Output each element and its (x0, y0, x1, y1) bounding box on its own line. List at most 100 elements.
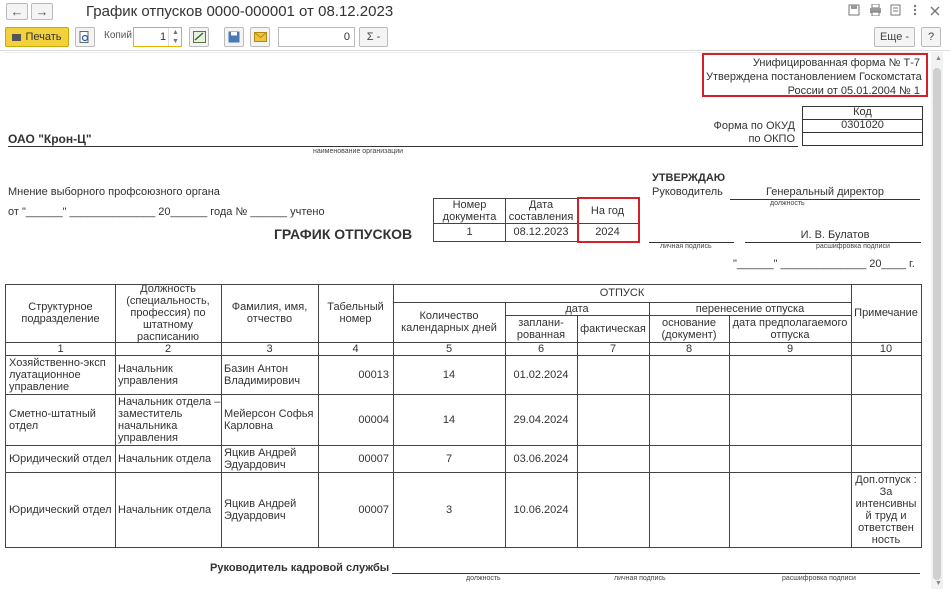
hr-signature-underline (392, 573, 920, 574)
table-cell-tabnum: 00004 (318, 394, 394, 446)
preview-icon[interactable] (888, 4, 904, 20)
docdate-value: 08.12.2023 (505, 223, 578, 242)
footer-signature-caption: личная подпись (614, 575, 666, 582)
header-planned: заплани-рованная (505, 315, 578, 343)
table-cell-expected (729, 394, 852, 446)
header-dept: Структурное подразделение (5, 284, 116, 343)
table-cell-basis (649, 355, 730, 395)
help-button[interactable]: ? (921, 27, 941, 47)
toolbar-divider (0, 50, 950, 51)
printer-icon[interactable] (867, 3, 883, 20)
header-tabnum: Табельный номер (318, 284, 394, 343)
table-cell-expected (729, 445, 852, 473)
envelope-icon (253, 32, 267, 42)
footer-decode-caption: расшифровка подписи (782, 575, 856, 582)
okud-value: 0301020 (841, 119, 884, 131)
head-position: Генеральный директор (766, 186, 884, 198)
print-preview-button[interactable] (75, 27, 95, 47)
print-button[interactable]: Печать (5, 27, 69, 47)
forward-button[interactable]: → (31, 3, 53, 20)
header-leave: ОТПУСК (393, 284, 852, 303)
header-name: Фамилия, имя, отчество (221, 284, 319, 343)
position-underline (730, 199, 920, 200)
head-label: Руководитель (652, 186, 723, 198)
table-cell-planned: 10.06.2024 (505, 472, 578, 548)
print-label: Печать (25, 31, 62, 43)
docnum-value: 1 (433, 223, 506, 242)
unified-form-text: Унифицированная форма № Т-7 Утверждена п… (706, 56, 922, 98)
table-cell-dept: Юридический отдел (5, 472, 116, 548)
sum-button[interactable]: Σ - (359, 27, 388, 47)
edit-table-icon (192, 31, 206, 43)
approval-date-line: "______" ______________ 20____ г. (733, 258, 915, 270)
scrollbar-thumb[interactable] (933, 68, 941, 580)
col-number: 5 (393, 342, 506, 356)
docnum-header: Номер документа (433, 198, 506, 224)
approve-title: УТВЕРЖДАЮ (652, 172, 726, 184)
col-number: 8 (649, 342, 730, 356)
table-cell-tabnum: 00007 (318, 472, 394, 548)
header-actual: фактическая (577, 315, 650, 343)
table-cell-tabnum: 00013 (318, 355, 394, 395)
send-email-button[interactable] (250, 27, 270, 47)
table-cell-dept: Юридический отдел (5, 445, 116, 473)
table-cell-planned: 03.06.2024 (505, 445, 578, 473)
approval-date-line: России от 05.01.2004 № 1 (787, 85, 920, 97)
col-number: 10 (851, 342, 922, 356)
save-file-icon[interactable] (846, 4, 862, 20)
edit-button[interactable] (189, 27, 209, 47)
header-note: Примечание (851, 284, 922, 343)
union-opinion: Мнение выборного профсоюзного органа (8, 186, 220, 198)
head-name: И. В. Булатов (800, 229, 870, 241)
table-cell-position: Начальник отдела (115, 472, 222, 548)
table-cell-dept: Хозяйственно-эксп луатационное управлени… (5, 355, 116, 395)
window-title: График отпусков 0000-000001 от 08.12.202… (86, 3, 394, 20)
table-cell-name: Яцкив Андрей Эдуардович (221, 445, 319, 473)
print-icon (12, 34, 22, 41)
more-vertical-icon[interactable] (907, 4, 923, 20)
signature-caption: личная подпись (660, 243, 712, 250)
numeric-field[interactable]: 0 (278, 27, 355, 47)
table-cell-days: 14 (393, 394, 506, 446)
header-position: Должность (специальность, профессия) по … (115, 283, 222, 343)
save-button[interactable] (224, 27, 244, 47)
table-cell-basis (649, 394, 730, 446)
table-cell-planned: 01.02.2024 (505, 355, 578, 395)
okpo-cell (802, 132, 923, 146)
table-cell-expected (729, 355, 852, 395)
table-cell-expected (729, 472, 852, 548)
table-cell-days: 3 (393, 472, 506, 548)
decode-caption: расшифровка подписи (816, 243, 890, 250)
back-button[interactable]: ← (6, 3, 28, 20)
docdate-header: Дата составления (505, 198, 578, 224)
union-line: от "______" ______________ 20______ года… (8, 206, 325, 218)
table-cell-actual (577, 394, 650, 446)
col-number: 2 (115, 342, 222, 356)
copies-stepper[interactable]: ▲ ▼ (168, 28, 182, 46)
approval-line: Утверждена постановлением Госкомстата (706, 71, 922, 83)
table-cell-actual (577, 355, 650, 395)
header-transfer: перенесение отпуска (649, 302, 852, 316)
col-number: 6 (505, 342, 578, 356)
table-cell-note (851, 355, 922, 395)
col-number: 7 (577, 342, 650, 356)
table-cell-position: Начальник управления (115, 355, 222, 395)
close-icon[interactable] (927, 4, 943, 20)
table-cell-planned: 29.04.2024 (505, 394, 578, 446)
okpo-label: по ОКПО (748, 133, 795, 145)
magnifier-icon (79, 31, 89, 43)
header-date: дата (505, 302, 650, 316)
table-cell-days: 14 (393, 355, 506, 395)
scroll-up-icon[interactable]: ▲ (935, 55, 942, 62)
floppy-icon (228, 31, 240, 43)
header-expected: дата предполагаемого отпуска (729, 315, 852, 343)
copies-label: Копий: (104, 30, 135, 41)
table-cell-actual (577, 445, 650, 473)
org-underline (8, 146, 798, 147)
position-caption: должность (770, 200, 805, 207)
scroll-down-icon[interactable]: ▼ (935, 580, 942, 587)
document-title: ГРАФИК ОТПУСКОВ (274, 226, 413, 242)
table-cell-tabnum: 00007 (318, 445, 394, 473)
table-cell-dept: Сметно-штатный отдел (5, 394, 116, 446)
more-button[interactable]: Еще - (874, 27, 915, 47)
